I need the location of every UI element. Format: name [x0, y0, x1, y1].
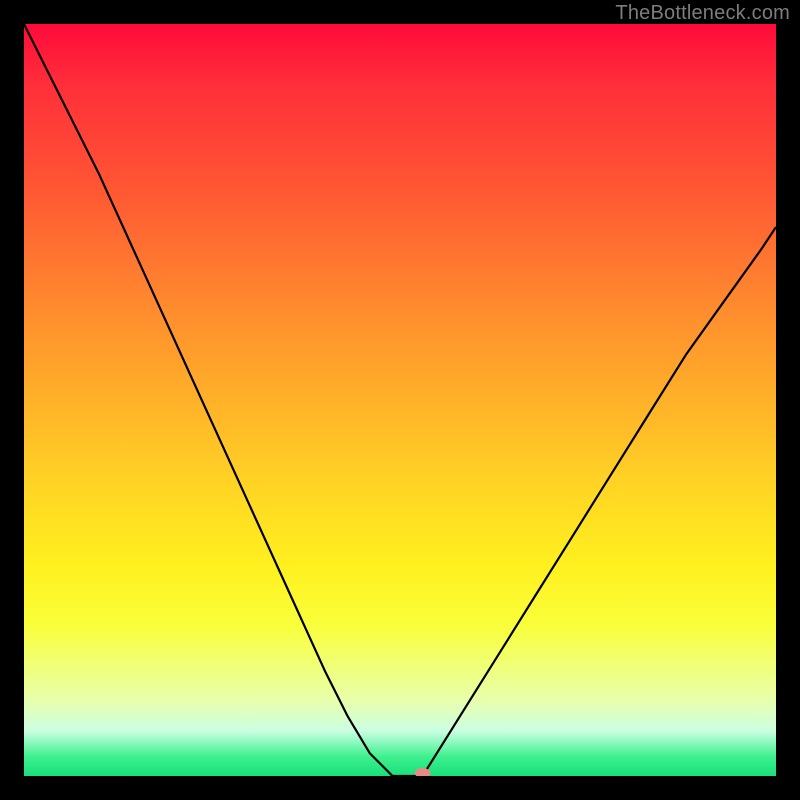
plot-area [24, 24, 776, 776]
curve-svg [24, 24, 776, 776]
optimum-marker [415, 768, 431, 776]
bottleneck-curve [24, 24, 776, 776]
attribution-text: TheBottleneck.com [615, 2, 790, 25]
chart-frame: TheBottleneck.com [0, 0, 800, 800]
